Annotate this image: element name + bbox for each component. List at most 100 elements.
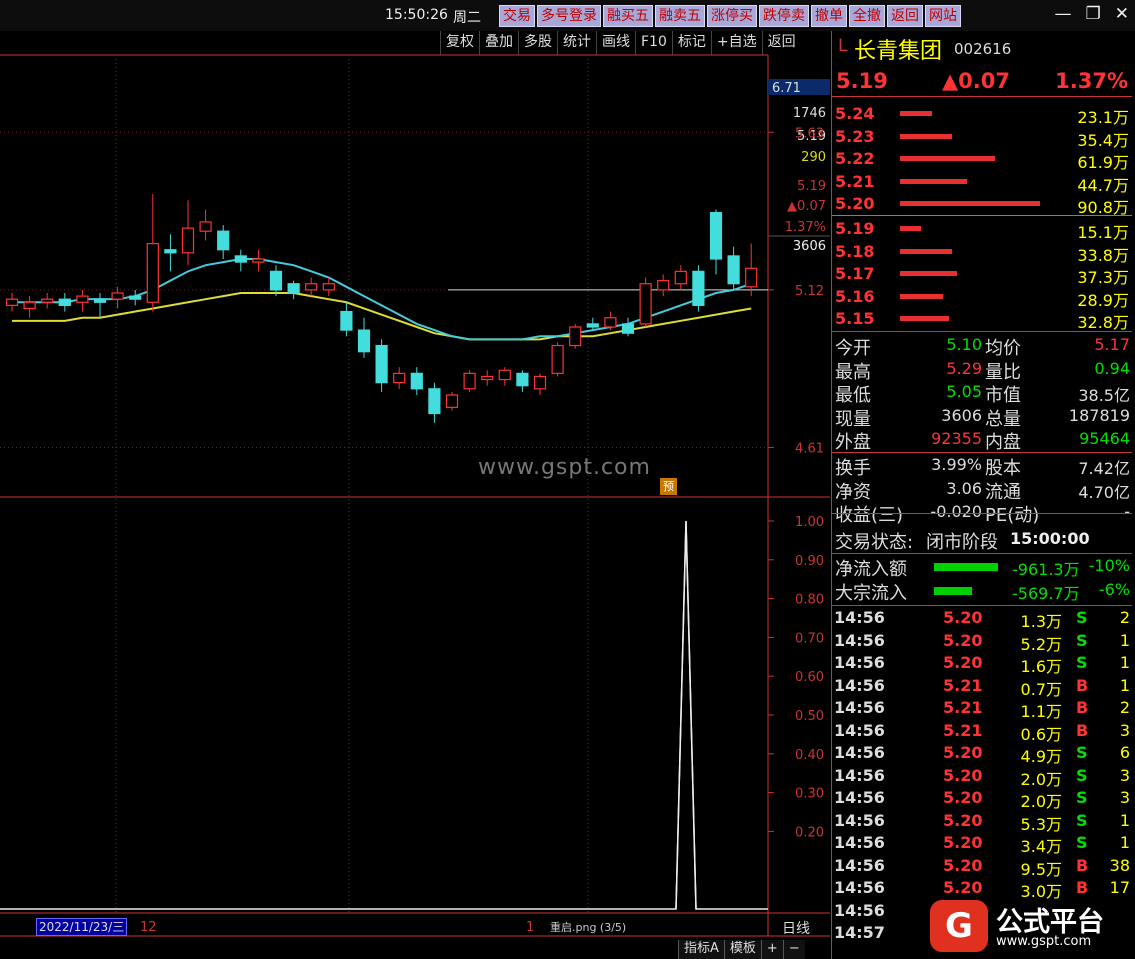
book-bar: [900, 316, 949, 321]
forecast-badge[interactable]: 预: [660, 478, 677, 495]
indicator-tick-label: 0.70: [795, 631, 824, 646]
tick-volume: 0.6万: [1020, 724, 1062, 744]
book-row[interactable]: 5.23 35.4万: [832, 126, 1132, 150]
tick-row: 14:56 5.21 0.6万 B 3: [832, 720, 1132, 744]
book-row[interactable]: 5.24 23.1万: [832, 103, 1132, 127]
trade-button[interactable]: 多号登录: [537, 5, 601, 27]
stat-value: 3.99%: [931, 455, 982, 474]
trade-button[interactable]: 融卖五: [655, 5, 705, 27]
tick-volume: 0.7万: [1020, 679, 1062, 699]
bottom-button[interactable]: −: [782, 940, 805, 959]
tick-count: 1: [1119, 630, 1130, 650]
tick-price: 5.20: [943, 653, 983, 672]
stat-label: 均价: [985, 338, 1021, 359]
tick-row: 14:56 5.20 1.6万 S 1: [832, 653, 1132, 676]
minimize-icon[interactable]: —: [1055, 4, 1072, 24]
stat-label: 净资: [835, 481, 871, 503]
trade-button[interactable]: 网站: [925, 5, 961, 27]
candle-down: [410, 372, 423, 390]
tick-price: 5.20: [943, 855, 983, 875]
stat-value: 5.29: [946, 358, 982, 378]
trade-status: 交易状态: 闭市阶段 15:00:00: [832, 528, 1132, 554]
trade-button[interactable]: 全撤: [849, 5, 885, 27]
tick-count: 3: [1119, 788, 1130, 807]
bottom-button[interactable]: +: [760, 940, 783, 959]
tick-price: 5.21: [943, 675, 983, 695]
side-value: 1.37%: [785, 220, 826, 235]
book-row[interactable]: 5.20 90.8万: [832, 193, 1132, 217]
book-row[interactable]: 5.15 32.8万: [832, 308, 1132, 332]
book-price: 5.19: [835, 219, 875, 238]
stock-mark: L: [838, 36, 848, 56]
stat-value: 5.17: [1094, 335, 1130, 354]
candle-up: [23, 301, 36, 310]
tick-side: S: [1076, 743, 1088, 762]
stat-value: 5.10: [946, 335, 982, 354]
stat-value: -: [1124, 502, 1130, 521]
trade-button[interactable]: 返回: [887, 5, 923, 27]
indicator-tick-label: 0.50: [795, 709, 824, 724]
book-bar: [900, 178, 968, 184]
period-selector[interactable]: 日线: [782, 918, 810, 938]
tick-side: S: [1076, 788, 1088, 807]
candle-down: [217, 230, 230, 251]
bottom-button[interactable]: 指标A: [678, 940, 724, 959]
indicator-spike: [675, 520, 697, 910]
book-row[interactable]: 5.22 61.9万: [832, 148, 1132, 172]
stat-value: 92355: [931, 429, 982, 448]
candle-up: [569, 326, 582, 347]
flow-value: -569.7万: [1012, 584, 1080, 603]
kline-area[interactable]: 6.71 1746 5.19 290 5.19 ▲0.07 1.37% 3606 5.63 5.1…: [0, 31, 830, 959]
trade-button[interactable]: 涨停买: [707, 5, 757, 27]
window-controls: — ❐ ✕: [1055, 4, 1130, 24]
tick-row: 14:56 5.20 1.3万 S 2: [832, 608, 1132, 631]
book-row[interactable]: 5.18 33.8万: [832, 241, 1132, 265]
stock-name[interactable]: 长青集团: [854, 33, 942, 65]
tick-side: B: [1076, 698, 1089, 717]
book-row[interactable]: 5.21 44.7万: [832, 171, 1132, 195]
tick-volume: 5.2万: [1020, 634, 1062, 654]
stat-value: 0.94: [1094, 358, 1130, 378]
book-price: 5.22: [835, 149, 875, 168]
book-row[interactable]: 5.17 37.3万: [832, 263, 1132, 287]
trade-button[interactable]: 跌停卖: [759, 5, 809, 27]
tick-count: 3: [1119, 765, 1130, 785]
candle-up: [639, 283, 652, 325]
book-row[interactable]: 5.19 15.1万: [832, 218, 1132, 242]
stat-label: 总量: [985, 408, 1021, 430]
status-label: 交易状态:: [835, 532, 914, 553]
trade-button[interactable]: 撤单: [811, 5, 847, 27]
flow-bar: [934, 587, 972, 595]
indicator-tick-label: 0.40: [795, 748, 824, 763]
flow-value: -961.3万: [1012, 560, 1080, 579]
tick-count: 2: [1119, 608, 1130, 627]
tick-volume: 1.3万: [1020, 612, 1062, 631]
book-row[interactable]: 5.16 28.9万: [832, 286, 1132, 310]
candle-up: [5, 298, 19, 306]
chart-svg[interactable]: 6.7117465.192905.19▲0.071.37%36065.635.1…: [0, 31, 830, 959]
trade-button[interactable]: 交易: [499, 5, 535, 27]
close-icon[interactable]: ✕: [1115, 4, 1129, 24]
tick-side: B: [1076, 720, 1089, 740]
restore-icon[interactable]: ❐: [1086, 4, 1101, 24]
trade-button[interactable]: 融买五: [603, 5, 653, 27]
indicator-tick-label: 0.30: [795, 787, 824, 802]
tick-count: 1: [1119, 833, 1130, 852]
divider: [832, 452, 1132, 453]
candle-down: [287, 283, 300, 294]
tick-count: 1: [1119, 653, 1130, 672]
tick-volume: 3.4万: [1020, 837, 1062, 856]
indicator-line: [0, 520, 768, 910]
tick-time: 14:56: [834, 765, 885, 785]
bottom-button[interactable]: 模板: [723, 940, 761, 959]
tick-volume: 1.1万: [1020, 702, 1062, 721]
book-bar: [900, 248, 952, 254]
book-price: 5.20: [835, 194, 875, 213]
stock-header: L 长青集团 002616: [832, 31, 1132, 67]
stat-label: 收益(三): [835, 505, 904, 526]
candle-up: [745, 267, 758, 288]
stat-value: -0.020: [930, 502, 982, 521]
tick-time: 14:56: [834, 900, 885, 920]
flow-label: 大宗流入: [835, 583, 907, 604]
stat-row: 外盘 92355 内盘 95464: [832, 428, 1132, 453]
